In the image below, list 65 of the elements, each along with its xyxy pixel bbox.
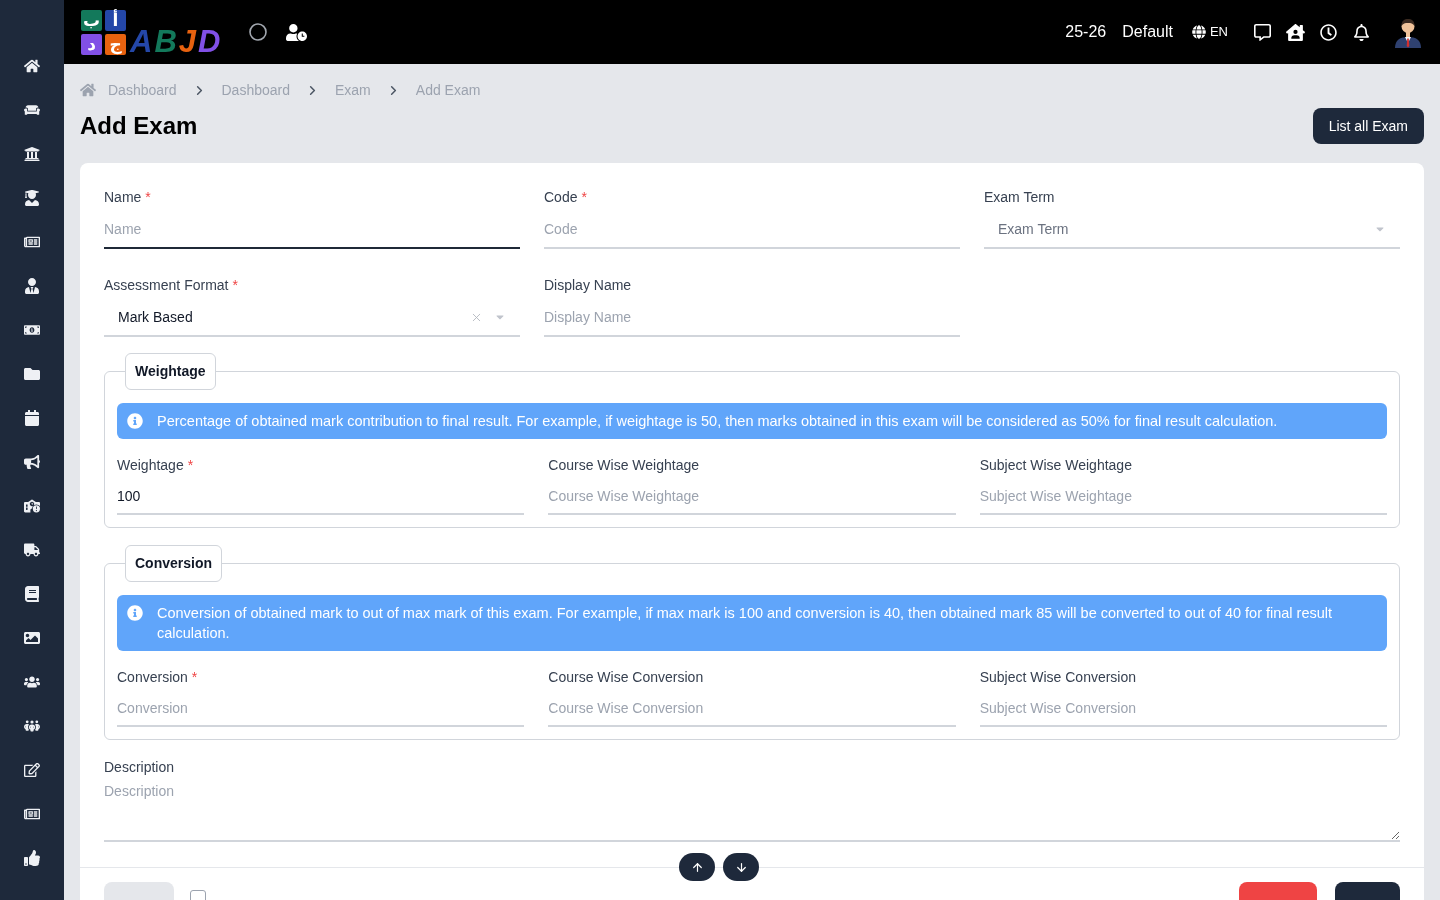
users-icon[interactable] [24,674,40,690]
info-text: Percentage of obtained mark contribution to final result. For example, if weightage is 50, then marks obtained in this exam will be considered as 50% for final result calculation. [157,412,1278,431]
megaphone-icon[interactable] [24,454,40,470]
option-button[interactable]: Default [1122,20,1173,44]
scroll-down-button[interactable] [723,853,759,881]
logo-wordmark: ABJD [130,28,223,55]
select-field[interactable]: Exam Term [984,211,1400,249]
user-clock-icon[interactable] [286,21,308,43]
folder-icon[interactable] [24,366,40,382]
info-icon [127,605,143,621]
field-label: Assessment Format * [104,276,239,295]
logo-tile: ج [105,33,126,55]
field-label: Weightage * [117,456,195,475]
book-icon[interactable] [24,586,40,602]
avatar-icon[interactable] [1392,16,1424,48]
field-label: Course Wise Weightage [548,456,701,475]
field-label: Exam Term [984,188,1056,207]
couch-icon[interactable] [24,102,40,118]
section-title: Weightage [125,353,216,390]
globe-icon [1191,25,1206,39]
bank-icon[interactable] [24,146,40,162]
employee-icon[interactable] [24,278,40,294]
description-field[interactable]: Description [104,781,1400,842]
field-label: Code * [544,188,588,207]
school-alert-icon[interactable] [24,498,40,514]
logo-tile: أ [105,9,126,31]
clock-icon[interactable] [1320,23,1337,41]
home-icon[interactable] [24,58,40,74]
image-icon[interactable] [24,630,40,646]
breadcrumb-current: Add Exam [415,81,481,100]
field-label: Subject Wise Conversion [979,668,1138,687]
arrow-up-icon [690,860,704,874]
language-button[interactable]: EN [1191,22,1228,42]
bell-icon[interactable] [1353,23,1370,41]
field-label: Course Wise Conversion [548,668,705,687]
page-title: Add Exam [80,111,198,141]
session-button[interactable]: 25-26 [1065,20,1107,44]
logo-tile: ب [81,9,102,31]
field-label: Display Name [544,276,633,295]
arrow-down-icon [734,860,748,874]
section-title: Conversion [125,545,222,582]
thumbs-up-icon[interactable] [24,850,40,866]
banknote-icon[interactable] [24,322,40,338]
scroll-up-button[interactable] [679,853,715,881]
info-text: Conversion of obtained mark to out of max mark of this exam. For example, if max mark is 100 and conversion is 40, then obtained mark 85 will be converted to out of 40 for final result calculation. [157,604,1334,643]
text-field[interactable]: Name [104,211,520,249]
field-label: Name * [104,188,152,207]
people-group-icon[interactable] [24,718,40,734]
newspaper-icon[interactable] [24,234,40,250]
house-user-icon[interactable] [1286,22,1305,42]
circle-icon[interactable] [249,23,268,41]
logo-tile: د [81,33,102,55]
field-label: Description [104,758,176,777]
text-field[interactable]: 100 [117,479,525,515]
field-label: Conversion * [117,668,199,687]
calendar-icon[interactable] [24,410,40,426]
select-field[interactable]: Mark Based [104,299,520,337]
field-label: Subject Wise Weightage [979,456,1133,475]
message-icon[interactable] [1254,23,1271,41]
newspaper-icon[interactable] [24,806,40,822]
graduate-icon[interactable] [24,190,40,206]
list-all-button[interactable]: List all Exam [1312,108,1424,144]
info-icon [127,413,143,429]
truck-icon[interactable] [24,542,40,558]
edit-icon[interactable] [24,762,40,778]
